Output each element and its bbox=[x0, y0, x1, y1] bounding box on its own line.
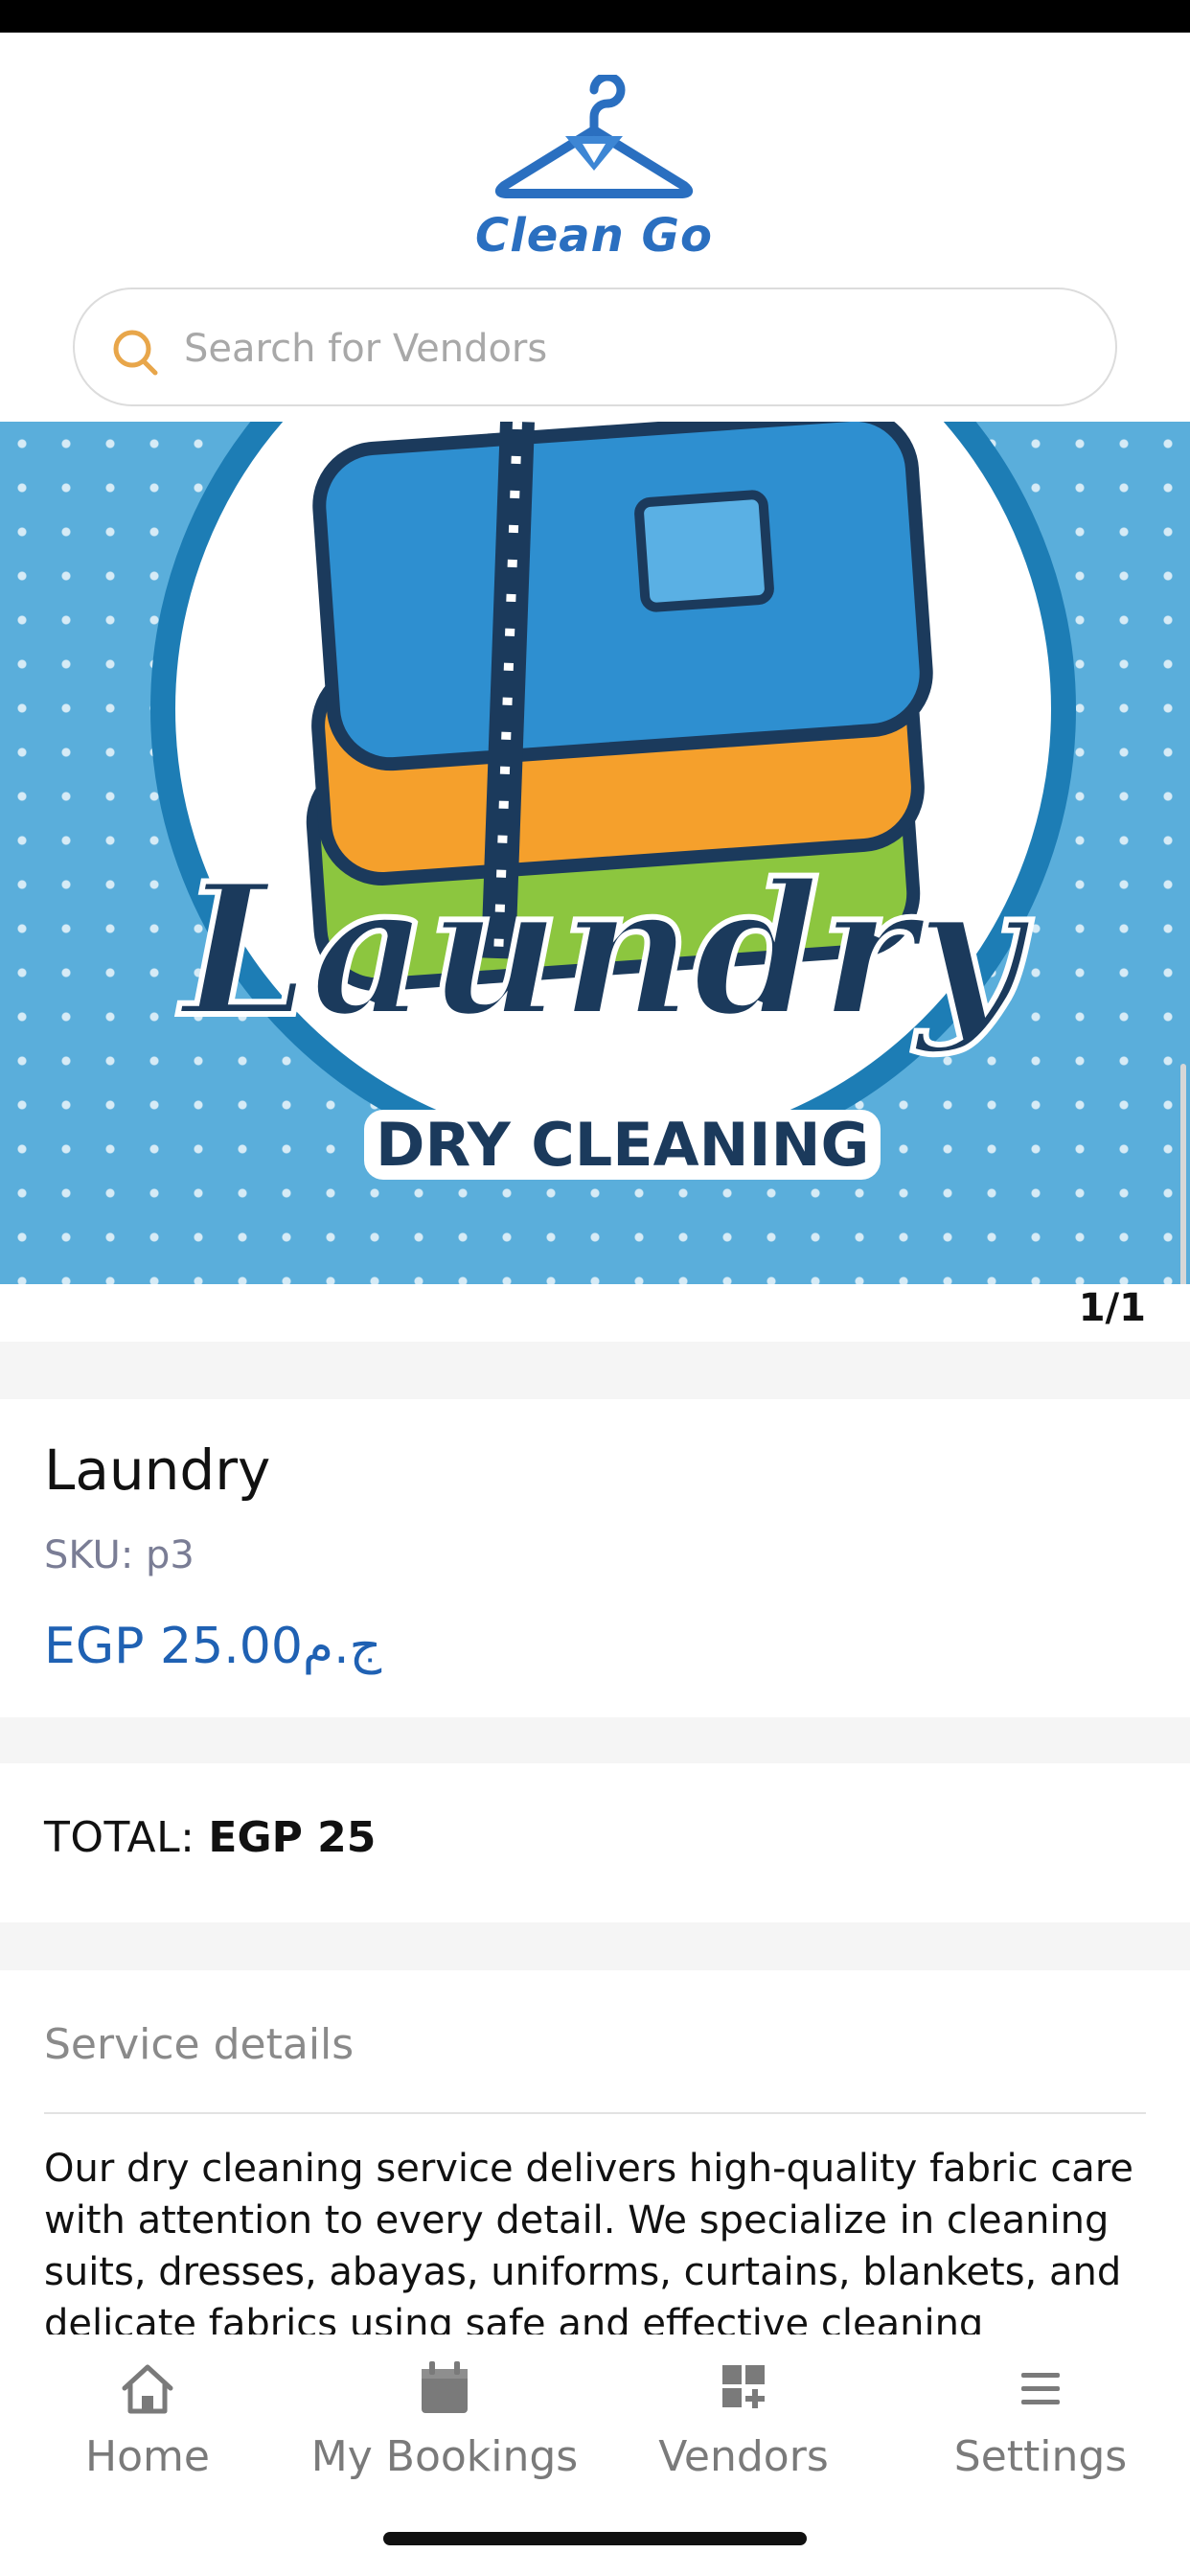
tab-my-bookings-label: My Bookings bbox=[310, 2432, 579, 2481]
section-divider bbox=[0, 1342, 1190, 1399]
clean-go-logo: Clean Go bbox=[450, 75, 738, 266]
tab-settings-label: Settings bbox=[953, 2432, 1128, 2481]
home-icon bbox=[122, 2364, 173, 2414]
search-bar[interactable] bbox=[73, 288, 1117, 406]
grid-plus-icon bbox=[722, 2365, 765, 2408]
banner-subtitle: DRY CLEANING bbox=[364, 1110, 881, 1180]
tab-home-label: Home bbox=[85, 2432, 210, 2481]
section-divider bbox=[0, 1717, 1190, 1763]
details-divider bbox=[44, 2112, 1146, 2114]
product-sku: SKU: p3 bbox=[44, 1533, 195, 1577]
menu-icon bbox=[1021, 2373, 1060, 2404]
tab-settings[interactable]: Settings bbox=[897, 2358, 1184, 2511]
product-image-banner[interactable]: Laundry DRY CLEANING bbox=[0, 422, 1190, 1284]
search-input[interactable] bbox=[184, 318, 1046, 380]
status-bar bbox=[0, 0, 1190, 33]
service-details-text: Our dry cleaning service delivers high-q… bbox=[44, 2147, 1133, 2334]
product-price: EGP 25.00ج.م bbox=[44, 1618, 382, 1675]
search-icon bbox=[113, 330, 158, 376]
product-title: Laundry bbox=[44, 1438, 271, 1503]
tab-vendors-label: Vendors bbox=[658, 2432, 829, 2481]
tab-vendors[interactable]: Vendors bbox=[600, 2358, 887, 2511]
hanger-icon bbox=[494, 75, 694, 198]
total-value: EGP 25 bbox=[208, 1813, 377, 1862]
banner-script-title: Laundry bbox=[179, 840, 1024, 1060]
total-label: TOTAL: bbox=[44, 1813, 195, 1862]
scrollbar[interactable] bbox=[1180, 1064, 1186, 1284]
tab-home[interactable]: Home bbox=[4, 2358, 291, 2511]
service-details-title: Service details bbox=[44, 2020, 355, 2069]
tab-my-bookings[interactable]: My Bookings bbox=[301, 2358, 588, 2511]
calendar-icon bbox=[422, 2361, 468, 2413]
brand-name: Clean Go bbox=[475, 209, 713, 263]
total-row: TOTAL: EGP 25 bbox=[44, 1813, 376, 1862]
section-divider bbox=[0, 1922, 1190, 1970]
home-indicator bbox=[383, 2532, 807, 2545]
image-pager: 1/1 bbox=[1078, 1286, 1146, 1330]
